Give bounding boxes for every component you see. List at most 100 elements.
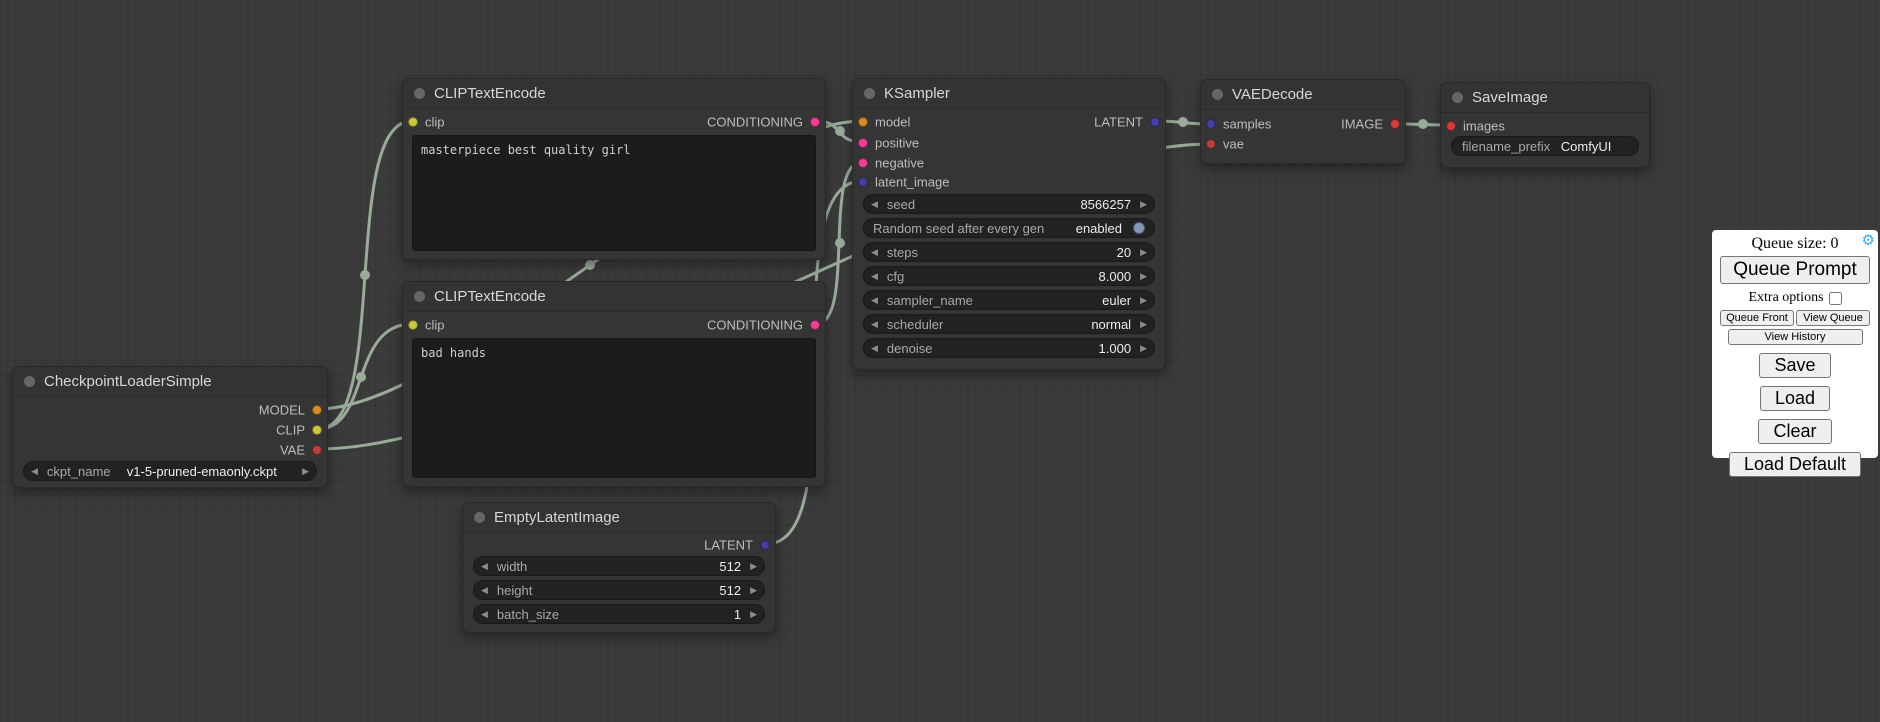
clip-output-port[interactable] (312, 425, 322, 435)
node-checkpoint-loader[interactable]: CheckpointLoaderSimple MODEL CLIP VAE ◀ … (12, 366, 328, 488)
samples-input-port[interactable] (1206, 119, 1216, 129)
node-ksampler[interactable]: KSampler model LATENT positive negative … (852, 78, 1166, 370)
denoise-widget[interactable]: ◀ denoise 1.000 ▶ (863, 338, 1155, 358)
queue-front-button[interactable]: Queue Front (1720, 310, 1794, 326)
widget-label: scheduler (887, 317, 943, 332)
latent-output-port[interactable] (1150, 117, 1160, 127)
node-title-bar[interactable]: CLIPTextEncode (403, 282, 825, 312)
slot-label-image: IMAGE (1341, 117, 1383, 132)
decrement-icon[interactable]: ◀ (481, 586, 488, 595)
clip-input-port[interactable] (408, 117, 418, 127)
node-status-dot (1452, 92, 1463, 103)
widget-label: steps (887, 245, 918, 260)
positive-input-port[interactable] (858, 138, 868, 148)
increment-icon[interactable]: ▶ (302, 467, 309, 476)
node-title-bar[interactable]: SaveImage (1441, 83, 1649, 113)
batch-size-widget[interactable]: ◀ batch_size 1 ▶ (473, 604, 765, 624)
save-button[interactable]: Save (1759, 353, 1830, 378)
decrement-icon[interactable]: ◀ (871, 296, 878, 305)
link-midpoint-dot (1178, 117, 1188, 127)
clip-input-port[interactable] (408, 320, 418, 330)
decrement-icon[interactable]: ◀ (481, 610, 488, 619)
view-queue-button[interactable]: View Queue (1796, 310, 1870, 326)
conditioning-output-port[interactable] (810, 320, 820, 330)
conditioning-output-port[interactable] (810, 117, 820, 127)
scheduler-widget[interactable]: ◀ scheduler normal ▶ (863, 314, 1155, 334)
clear-button[interactable]: Clear (1758, 419, 1831, 444)
decrement-icon[interactable]: ◀ (871, 320, 878, 329)
queue-prompt-button[interactable]: Queue Prompt (1720, 256, 1870, 284)
width-widget[interactable]: ◀ width 512 ▶ (473, 556, 765, 576)
widget-value: 1.000 (932, 341, 1131, 356)
settings-gear-icon[interactable]: ⚙ (1862, 232, 1875, 250)
images-input-port[interactable] (1446, 121, 1456, 131)
decrement-icon[interactable]: ◀ (871, 272, 878, 281)
node-status-dot (24, 376, 35, 387)
steps-widget[interactable]: ◀ steps 20 ▶ (863, 242, 1155, 262)
view-history-button[interactable]: View History (1728, 329, 1863, 345)
ckpt-name-widget[interactable]: ◀ ckpt_name v1-5-pruned-emaonly.ckpt ▶ (23, 461, 317, 481)
widget-label: height (497, 583, 532, 598)
slot-label-vae: VAE (280, 443, 305, 458)
node-vae-decode[interactable]: VAEDecode samples IMAGE vae (1200, 79, 1406, 164)
latent-image-input-port[interactable] (858, 177, 868, 187)
increment-icon[interactable]: ▶ (1140, 272, 1147, 281)
image-output-port[interactable] (1390, 119, 1400, 129)
queue-size-label: Queue size: 0 (1751, 235, 1838, 252)
graph-canvas[interactable]: CheckpointLoaderSimple MODEL CLIP VAE ◀ … (0, 0, 1880, 722)
increment-icon[interactable]: ▶ (1140, 344, 1147, 353)
node-status-dot (864, 88, 875, 99)
latent-output-port[interactable] (760, 540, 770, 550)
vae-input-port[interactable] (1206, 139, 1216, 149)
node-save-image[interactable]: SaveImage images filename_prefix ComfyUI (1440, 82, 1650, 168)
node-title: EmptyLatentImage (494, 509, 620, 526)
widget-value: 512 (527, 559, 741, 574)
widget-value: enabled (1044, 221, 1122, 236)
decrement-icon[interactable]: ◀ (871, 200, 878, 209)
slot-label-negative: negative (875, 156, 924, 171)
sampler-name-widget[interactable]: ◀ sampler_name euler ▶ (863, 290, 1155, 310)
extra-options-row: Extra options (1720, 290, 1870, 306)
node-clip-text-encode-negative[interactable]: CLIPTextEncode clip CONDITIONING bad han… (402, 281, 826, 487)
node-title-bar[interactable]: EmptyLatentImage (463, 503, 775, 533)
increment-icon[interactable]: ▶ (1140, 200, 1147, 209)
positive-prompt-textarea[interactable]: masterpiece best quality girl (412, 135, 816, 251)
increment-icon[interactable]: ▶ (750, 610, 757, 619)
slot-label-latent: LATENT (704, 538, 753, 553)
decrement-icon[interactable]: ◀ (871, 344, 878, 353)
cfg-widget[interactable]: ◀ cfg 8.000 ▶ (863, 266, 1155, 286)
node-title-bar[interactable]: KSampler (853, 79, 1165, 109)
increment-icon[interactable]: ▶ (750, 586, 757, 595)
node-title-bar[interactable]: VAEDecode (1201, 80, 1405, 110)
node-title-bar[interactable]: CheckpointLoaderSimple (13, 367, 327, 397)
extra-options-checkbox[interactable] (1829, 292, 1842, 305)
model-output-port[interactable] (312, 405, 322, 415)
filename-prefix-widget[interactable]: filename_prefix ComfyUI (1451, 136, 1639, 156)
load-button[interactable]: Load (1760, 386, 1830, 411)
load-default-button[interactable]: Load Default (1729, 452, 1861, 477)
increment-icon[interactable]: ▶ (1140, 296, 1147, 305)
widget-value: 20 (918, 245, 1131, 260)
negative-input-port[interactable] (858, 158, 868, 168)
model-input-port[interactable] (858, 117, 868, 127)
node-title-bar[interactable]: CLIPTextEncode (403, 79, 825, 109)
decrement-icon[interactable]: ◀ (871, 248, 878, 257)
node-empty-latent-image[interactable]: EmptyLatentImage LATENT ◀ width 512 ▶ ◀ … (462, 502, 776, 633)
vae-output-port[interactable] (312, 445, 322, 455)
random-seed-toggle-widget[interactable]: Random seed after every gen enabled (863, 218, 1155, 238)
decrement-icon[interactable]: ◀ (481, 562, 488, 571)
extra-options-label: Extra options (1748, 290, 1823, 306)
widget-label: denoise (887, 341, 933, 356)
node-clip-text-encode-positive[interactable]: CLIPTextEncode clip CONDITIONING masterp… (402, 78, 826, 260)
widget-label: cfg (887, 269, 904, 284)
increment-icon[interactable]: ▶ (1140, 248, 1147, 257)
increment-icon[interactable]: ▶ (1140, 320, 1147, 329)
seed-widget[interactable]: ◀ seed 8566257 ▶ (863, 194, 1155, 214)
toggle-on-dot[interactable] (1133, 222, 1145, 234)
height-widget[interactable]: ◀ height 512 ▶ (473, 580, 765, 600)
widget-label: Random seed after every gen (873, 221, 1044, 236)
negative-prompt-textarea[interactable]: bad hands (412, 338, 816, 478)
slot-label-model: model (875, 115, 910, 130)
increment-icon[interactable]: ▶ (750, 562, 757, 571)
decrement-icon[interactable]: ◀ (31, 467, 38, 476)
